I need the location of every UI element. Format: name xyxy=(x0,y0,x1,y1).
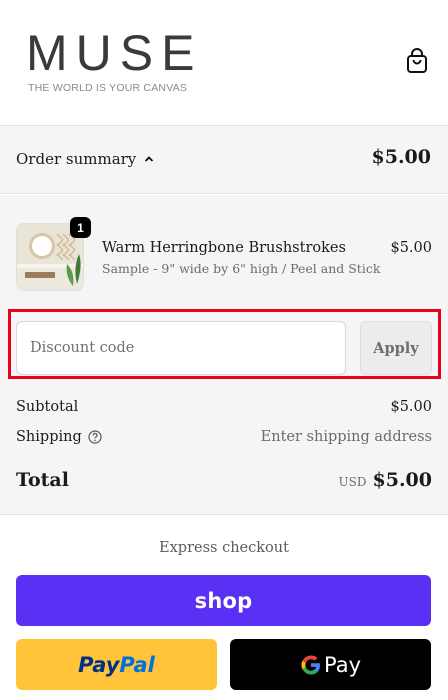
product-price: $5.00 xyxy=(390,240,432,256)
shipping-label-group: Shipping xyxy=(16,429,102,445)
header: MUSE THE WORLD IS YOUR CANVAS xyxy=(0,0,448,126)
discount-code-input[interactable] xyxy=(16,321,346,375)
order-summary-toggle[interactable]: Order summary xyxy=(16,150,154,168)
shopping-bag-icon[interactable] xyxy=(405,48,429,74)
total-value-group: USD $5.00 xyxy=(339,469,432,491)
total-value: $5.00 xyxy=(372,469,433,491)
brand-logo[interactable]: MUSE THE WORLD IS YOUR CANVAS xyxy=(26,28,202,94)
google-g-icon xyxy=(301,655,320,674)
shipping-label: Shipping xyxy=(16,429,82,445)
brand-tagline: THE WORLD IS YOUR CANVAS xyxy=(28,82,188,94)
currency-code: USD xyxy=(338,475,367,489)
help-circle-icon[interactable] xyxy=(88,430,102,444)
product-variant: Sample - 9" wide by 6" high / Peel and S… xyxy=(102,261,381,276)
quantity-badge: 1 xyxy=(70,217,91,238)
product-title: Warm Herringbone Brushstrokes xyxy=(102,240,346,256)
google-pay-label: Pay xyxy=(323,652,362,677)
subtotal-row: Subtotal $5.00 xyxy=(16,399,432,415)
chevron-up-icon xyxy=(145,156,154,162)
brand-name: MUSE xyxy=(26,25,203,81)
apply-button[interactable]: Apply xyxy=(360,321,432,375)
google-pay-button[interactable]: Pay xyxy=(230,639,431,690)
paypal-pay-text: Pay xyxy=(78,652,120,677)
line-item: 1 Warm Herringbone Brushstrokes Sample -… xyxy=(16,217,432,291)
shipping-row: Shipping Enter shipping address xyxy=(16,429,432,445)
total-label: Total xyxy=(16,469,69,491)
shop-pay-button[interactable]: shop xyxy=(16,575,431,626)
order-summary-bar: Order summary $5.00 xyxy=(0,126,448,194)
order-summary-total: $5.00 xyxy=(371,146,432,168)
order-summary-label: Order summary xyxy=(16,150,137,168)
express-checkout-label: Express checkout xyxy=(159,540,289,556)
total-row: Total USD $5.00 xyxy=(16,469,432,491)
subtotal-value: $5.00 xyxy=(390,399,432,415)
paypal-pal-text: Pal xyxy=(119,652,155,677)
order-details: 1 Warm Herringbone Brushstrokes Sample -… xyxy=(0,195,448,515)
paypal-logo: PayPal xyxy=(78,653,155,677)
subtotal-label: Subtotal xyxy=(16,399,79,415)
paypal-button[interactable]: PayPal xyxy=(16,639,217,690)
shipping-value: Enter shipping address xyxy=(260,429,432,445)
